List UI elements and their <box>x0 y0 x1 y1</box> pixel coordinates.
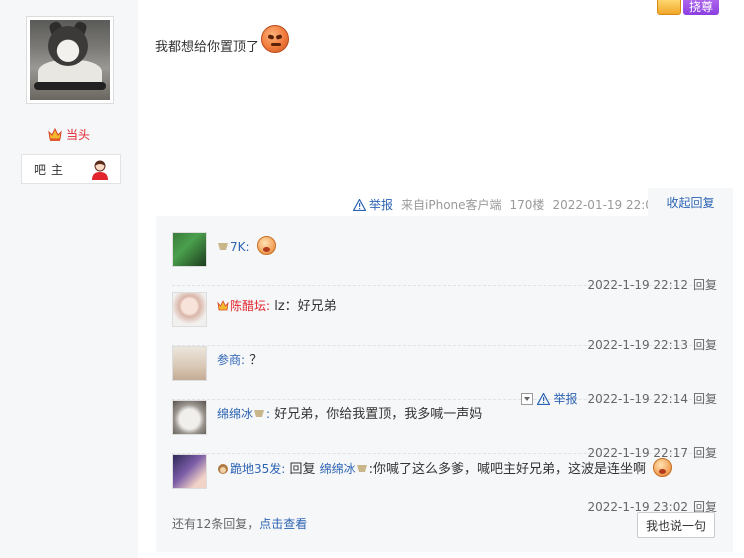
crown-icon <box>217 298 229 311</box>
collapse-replies-button[interactable]: 收起回复 <box>648 188 733 217</box>
reply-avatar[interactable] <box>172 292 207 327</box>
report-label: 举报 <box>369 198 394 212</box>
reply-time: 2022-1-19 22:12 <box>587 277 688 292</box>
reply-username[interactable]: 跪地35发 <box>230 462 281 476</box>
monkey-icon <box>217 461 229 474</box>
rank-icon <box>217 239 229 250</box>
reply-content: ？ <box>249 353 263 368</box>
reply-prefix: 回复 <box>289 462 316 477</box>
reply-separator: : <box>266 407 271 421</box>
surprised-face-emoji-icon <box>653 458 673 477</box>
reply-separator: : <box>241 353 246 367</box>
more-replies-text: 还有12条回复， <box>172 517 260 531</box>
reply-body: 参商: ？ <box>217 350 717 371</box>
reply-too-button[interactable]: 我也说一句 <box>637 512 715 538</box>
reply-too-label: 我也说一句 <box>645 518 706 533</box>
reply-avatar[interactable] <box>172 346 207 381</box>
author-avatar-image <box>30 20 110 100</box>
angry-face-emoji-icon <box>261 24 290 53</box>
reply-button[interactable]: 回复 <box>693 276 717 293</box>
rank-icon <box>253 406 265 417</box>
report-link[interactable]: 举报 <box>353 196 393 213</box>
post-content: 我都想给你置顶了 <box>155 24 290 55</box>
reply-avatar[interactable] <box>172 232 207 267</box>
crown-icon <box>48 128 62 141</box>
post-floor: 170楼 <box>509 198 545 212</box>
reply-item: 跪地35发: 回复 绵绵冰:你喊了这么多爹，喊吧主好兄弟，这波是连坐啊 2022… <box>172 454 717 514</box>
warning-icon <box>353 198 366 211</box>
reply-body: 绵绵冰: 好兄弟，你给我置顶，我多喊一声妈 <box>217 404 717 425</box>
reply-body: 7K: <box>217 236 717 258</box>
post-text: 我都想给你置顶了 <box>155 40 260 55</box>
reply-content: lz：好兄弟 <box>274 299 337 314</box>
view-more-link[interactable]: 点击查看 <box>259 517 307 531</box>
corner-button-label: 挠尊 <box>689 0 714 14</box>
corner-button[interactable]: 挠尊 <box>683 0 720 15</box>
reply-item: 7K: 2022-1-19 22:12 回复 <box>172 232 717 292</box>
reply-separator: : <box>266 299 271 313</box>
reply-item: 参商: ？ 举报 2022-1-19 22:14 回复 <box>172 346 717 406</box>
reply-username[interactable]: 陈醋坛 <box>230 299 266 313</box>
surprised-face-emoji-icon <box>256 236 276 255</box>
post-time: 2022-01-19 22:09 <box>552 197 661 212</box>
post-meta: 举报 来自iPhone客户端 170楼 2022-01-19 22:09 <box>353 196 669 213</box>
reply-username[interactable]: 7K <box>230 240 246 254</box>
reply-footer: 2022-1-19 22:12 回复 <box>587 276 717 293</box>
reply-mention[interactable]: 绵绵冰 <box>320 462 356 476</box>
owner-person-icon <box>90 159 110 181</box>
reply-separator: : <box>245 240 250 254</box>
collapse-replies-label: 收起回复 <box>666 196 715 210</box>
reply-username[interactable]: 绵绵冰 <box>217 407 253 421</box>
corner-crown-icon <box>657 0 681 15</box>
author-level: 当头 <box>48 126 90 143</box>
reply-separator: : <box>281 462 286 476</box>
reply-avatar[interactable] <box>172 400 207 435</box>
owner-badge-label: 吧主 <box>34 162 69 177</box>
reply-content: :你喊了这么多爹，喊吧主好兄弟，这波是连坐啊 <box>368 462 647 477</box>
reply-body: 跪地35发: 回复 绵绵冰 :你喊了这么多爹，喊吧主好兄弟，这波是连坐啊 <box>217 458 717 480</box>
reply-avatar[interactable] <box>172 454 207 489</box>
reply-username[interactable]: 参商 <box>217 353 241 367</box>
reply-item: 绵绵冰: 好兄弟，你给我置顶，我多喊一声妈 2022-1-19 22:17 回复 <box>172 400 717 460</box>
more-replies: 还有12条回复，点击查看 <box>172 515 307 532</box>
rank-icon <box>356 461 368 472</box>
author-avatar[interactable] <box>26 16 114 104</box>
author-sidebar: 当头 吧主 <box>0 0 138 558</box>
reply-list: 7K: 2022-1-19 22:12 回复 陈醋坛: lz：好兄弟 2022-… <box>156 216 733 552</box>
post-source: 来自iPhone客户端 <box>401 198 502 212</box>
corner-tag: 挠尊 <box>657 0 720 16</box>
reply-item: 陈醋坛: lz：好兄弟 2022-1-19 22:13 回复 <box>172 292 717 352</box>
bar-owner-badge[interactable]: 吧主 <box>21 154 121 184</box>
reply-body: 陈醋坛: lz：好兄弟 <box>217 296 717 317</box>
reply-content: 好兄弟，你给我置顶，我多喊一声妈 <box>274 407 483 422</box>
level-label: 当头 <box>66 128 91 142</box>
